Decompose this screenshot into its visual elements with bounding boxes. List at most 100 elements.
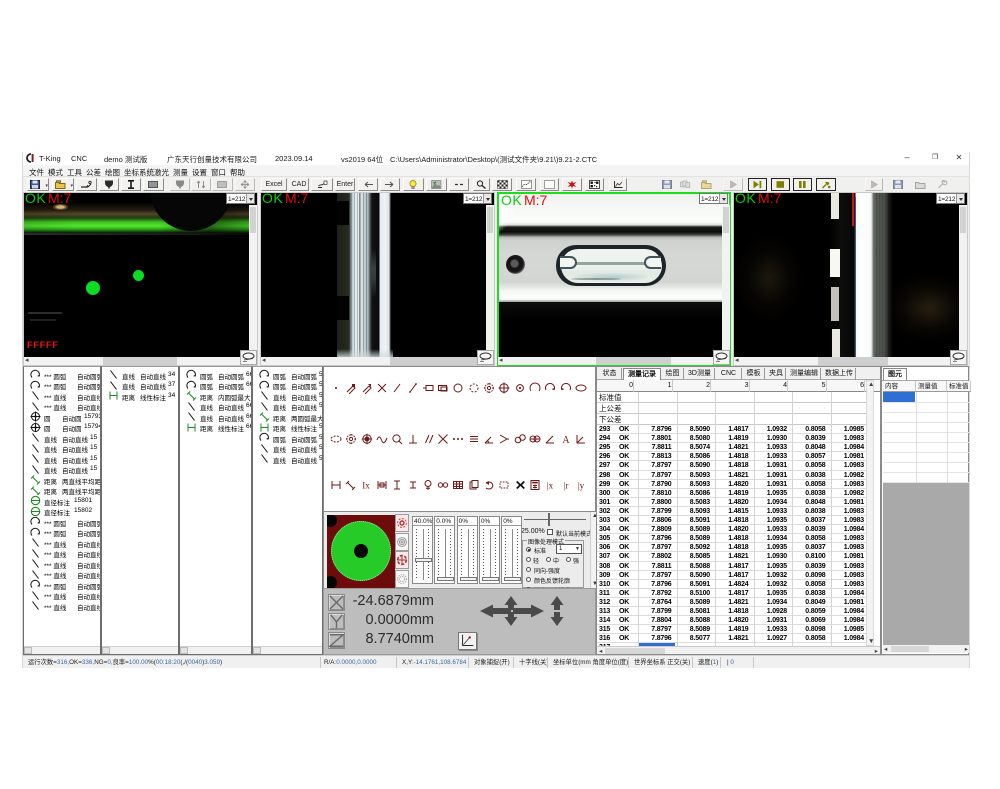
tool-kr-icon[interactable]: |r <box>560 479 574 493</box>
toolbar-magnifier-button[interactable] <box>473 178 490 191</box>
light-slider-4[interactable]: 0% <box>479 516 500 584</box>
tab-8[interactable]: 测量编辑 <box>787 368 821 380</box>
radio-standard[interactable] <box>526 547 531 552</box>
menu-3[interactable]: 工具 <box>67 167 82 178</box>
list-item[interactable]: 直线自动直线15 <box>24 453 100 464</box>
tool-undo-icon[interactable] <box>483 479 497 493</box>
tool-arc-cw-icon[interactable] <box>544 382 558 396</box>
toolbar-probe-button[interactable] <box>170 178 190 191</box>
menu-8[interactable]: 测量 <box>173 167 188 178</box>
list-item[interactable]: *** 圆弧自动圆弧 <box>24 516 100 527</box>
list-item[interactable]: 圆弧自动圆弧55 <box>253 369 322 380</box>
tool-kx-icon[interactable]: |x <box>544 479 558 493</box>
combo-arrow-icon[interactable] <box>956 194 964 203</box>
combo-arrow-icon[interactable] <box>719 194 727 203</box>
toolbar-probe-button[interactable] <box>99 178 119 191</box>
close-button[interactable]: ✕ <box>953 152 965 164</box>
tool-xblack-icon[interactable] <box>514 479 528 493</box>
radio-level-3[interactable] <box>566 557 571 562</box>
tool-circle-dash-icon[interactable] <box>468 382 482 396</box>
list-item[interactable]: 距离两直线平均距离 <box>24 485 100 496</box>
toolbar-open-folder-button[interactable] <box>698 178 715 191</box>
list-item[interactable]: *** 直线自动直线 <box>24 548 100 559</box>
list-item[interactable]: *** 圆弧自动圆弧 <box>24 527 100 538</box>
tool-circlecross2-icon[interactable] <box>529 433 543 447</box>
tool-circle-fill-icon[interactable] <box>361 433 375 447</box>
default-mode-checkbox[interactable] <box>547 529 553 535</box>
view-lens-button[interactable] <box>477 350 494 365</box>
tab-6[interactable]: 模板 <box>743 368 765 380</box>
tool-dots3-icon[interactable] <box>452 433 466 447</box>
menu-1[interactable]: 文件 <box>29 167 44 178</box>
toolbar-qr-button[interactable] <box>585 178 604 191</box>
view-hscrollbar[interactable]: ◂ <box>734 357 950 365</box>
z-axis-icon[interactable] <box>328 632 345 649</box>
toolbar-hammer-button[interactable] <box>816 178 836 191</box>
list-item[interactable]: *** 直线自动直线 <box>24 537 100 548</box>
slider-thumb[interactable] <box>482 577 499 581</box>
y-axis-icon[interactable] <box>328 613 345 630</box>
light-slider-2[interactable]: 0.0% <box>434 516 455 584</box>
toolbar-bulb-button[interactable] <box>403 178 424 191</box>
list-item[interactable]: 圆自动圆15794 <box>24 422 100 433</box>
light-slider-1[interactable]: 40.0% <box>412 516 433 584</box>
ring-light-outer-button[interactable] <box>395 514 409 532</box>
toolbar-updown-button[interactable] <box>191 178 211 191</box>
tool-rect-dash-icon[interactable] <box>498 479 512 493</box>
tool-pencil-icon[interactable] <box>345 382 359 396</box>
list-item[interactable]: 距离内圆弧最大距 <box>180 390 251 401</box>
tool-circle-cross-icon[interactable] <box>498 382 512 396</box>
view-zoom-combo[interactable]: 1=212 <box>699 193 728 204</box>
tool-dist-ang-icon[interactable] <box>345 479 359 493</box>
menu-9[interactable]: 设置 <box>192 167 207 178</box>
list-item[interactable]: 圆弧自动圆弧66 <box>180 369 251 380</box>
list-item[interactable]: *** 直线自动直线 <box>24 558 100 569</box>
table-scroll-left-icon[interactable]: ◂ <box>599 648 602 655</box>
tool-letterA-icon[interactable]: A <box>560 433 574 447</box>
list-item[interactable]: 距离线性标注66 <box>180 422 251 433</box>
toolbar-open-button[interactable] <box>912 178 928 191</box>
list-item[interactable]: *** 直线自动直线 <box>24 590 100 601</box>
tool-circle-bolt-icon[interactable] <box>345 433 359 447</box>
toolbar-group-button[interactable] <box>677 178 694 191</box>
restore-button[interactable]: ❐ <box>929 152 941 164</box>
tool-circle-stem-icon[interactable] <box>422 479 436 493</box>
view-lens-button[interactable] <box>713 350 730 365</box>
list-item[interactable]: 直线自动直线34 <box>102 369 178 380</box>
tool-copy-icon[interactable] <box>468 479 482 493</box>
table-scroll-right-icon[interactable]: ▸ <box>875 648 878 655</box>
table-scroll-down-icon[interactable]: ▼ <box>868 638 874 645</box>
tab-9[interactable]: 数据上传 <box>822 368 856 380</box>
toolbar-hill-button[interactable] <box>426 178 447 191</box>
view-vscroll-thumb[interactable] <box>723 207 729 233</box>
toolbar-measure-line-button[interactable] <box>76 178 97 191</box>
list-item[interactable]: 直线自动直线55 <box>253 443 322 454</box>
level-combo[interactable]: 1 ▼ <box>556 544 582 554</box>
menu-4[interactable]: 公差 <box>86 167 101 178</box>
detail-scroll-right-icon[interactable]: ▸ <box>965 646 968 653</box>
list-item[interactable]: *** 直线自动直线 <box>24 401 100 412</box>
tab-4[interactable]: 3D测量 <box>685 368 715 380</box>
view-vscrollbar[interactable] <box>486 205 494 357</box>
tool-arc-icon[interactable] <box>529 382 543 396</box>
radio-option-1[interactable] <box>526 567 531 572</box>
toolbar-play-button[interactable] <box>865 178 883 191</box>
toolbar-pen-doc-button[interactable] <box>311 178 333 191</box>
tool-qshape-icon[interactable] <box>391 433 405 447</box>
view-vscrollbar[interactable] <box>959 205 967 357</box>
list-item[interactable]: 距离两直线平均距离 <box>24 474 100 485</box>
list-item[interactable]: 直线自动直线55 <box>253 453 322 464</box>
tool-angle-icon[interactable] <box>544 433 558 447</box>
tool-calc-icon[interactable] <box>529 479 543 493</box>
list-item[interactable]: 直线自动直线66 <box>180 411 251 422</box>
tool-ky-icon[interactable]: |y <box>575 479 589 493</box>
slider-thumb[interactable] <box>504 577 521 581</box>
radio-option-2[interactable] <box>526 577 531 582</box>
tool-slash2-icon[interactable] <box>407 382 421 396</box>
combo-arrow-icon[interactable] <box>246 194 254 203</box>
tool-lines3-icon[interactable] <box>468 433 482 447</box>
menu-6[interactable]: 坐标系统 <box>124 167 154 178</box>
detail-scroll-left-icon[interactable]: ◂ <box>884 646 887 653</box>
list-item[interactable]: 距离两圆弧最大距 <box>253 411 322 422</box>
list-item[interactable]: *** 直线自动直线 <box>24 390 100 401</box>
